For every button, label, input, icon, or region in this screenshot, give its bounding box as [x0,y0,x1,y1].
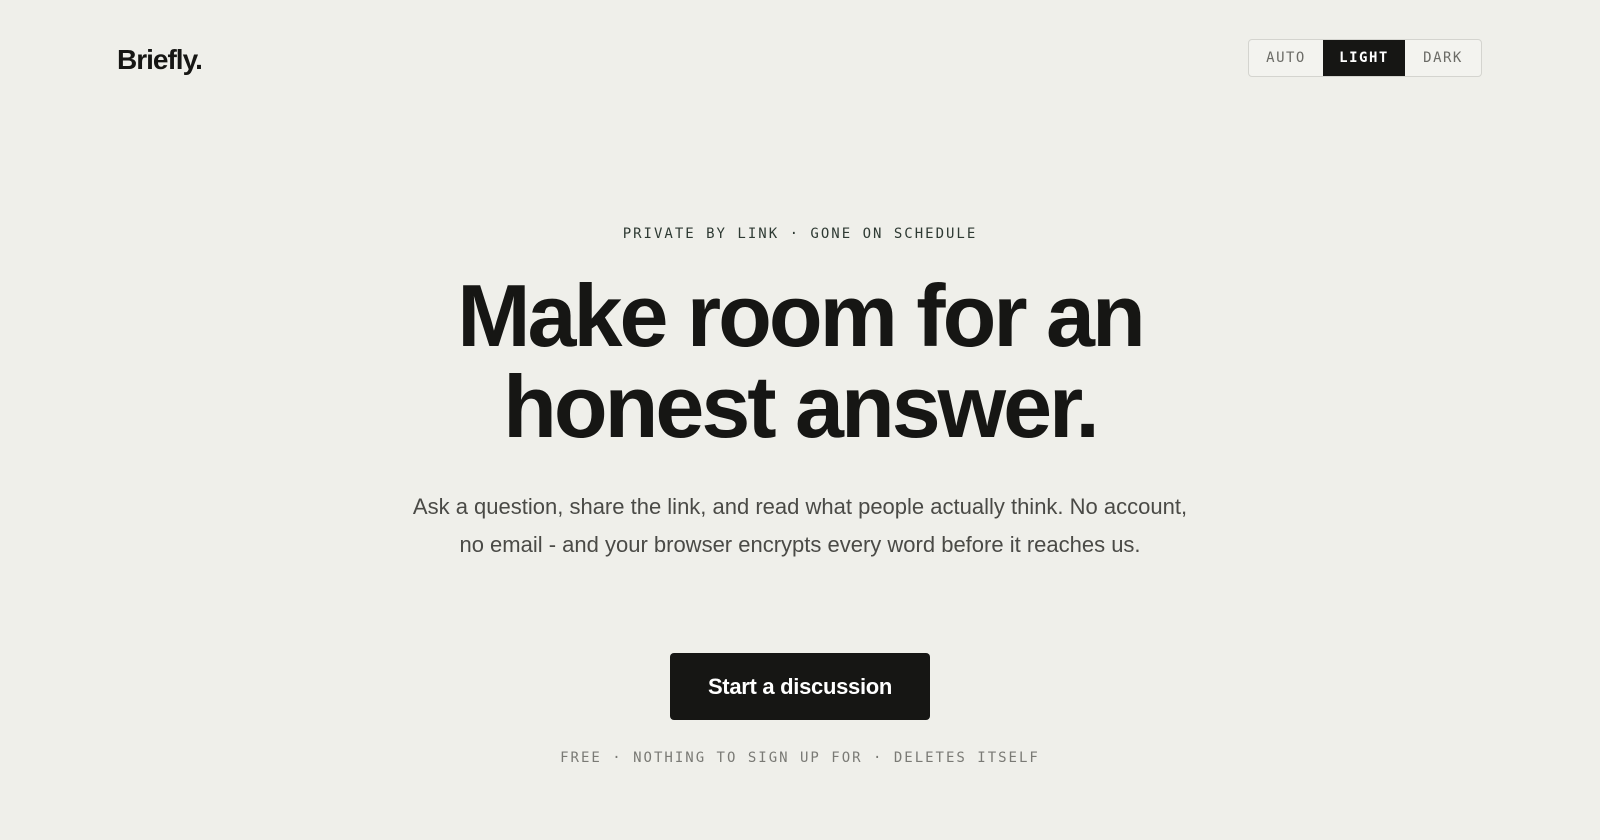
hero-headline: Make room for an honest answer. [0,270,1600,452]
hero-subcopy: Ask a question, share the link, and read… [412,494,1188,557]
brand-logo[interactable]: Briefly. [117,40,203,80]
theme-option-dark[interactable]: DARK [1405,40,1481,76]
theme-toggle: AUTO LIGHT DARK [1248,39,1482,77]
theme-option-light[interactable]: LIGHT [1323,40,1405,76]
hero-eyebrow: PRIVATE BY LINK · GONE ON SCHEDULE [622,226,978,242]
headline-line-1: Make room for an [457,266,1145,365]
hero-footnote: FREE · NOTHING TO SIGN UP FOR · DELETES … [560,750,1040,766]
theme-option-auto[interactable]: AUTO [1249,40,1323,76]
start-discussion-button[interactable]: Start a discussion [670,653,930,720]
headline-line-2: honest answer. [503,357,1100,456]
